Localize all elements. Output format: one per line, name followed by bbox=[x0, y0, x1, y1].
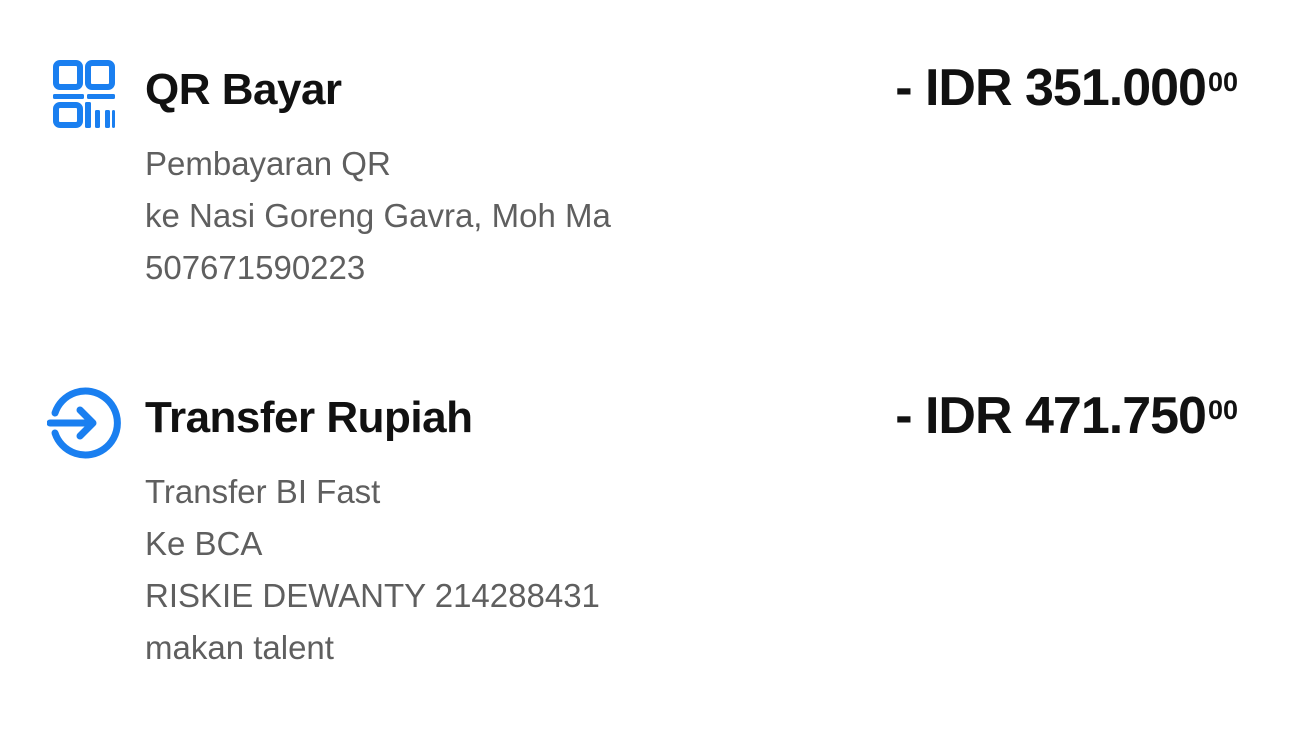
detail-line: Ke BCA bbox=[145, 525, 263, 562]
transfer-arrow-icon bbox=[47, 386, 121, 460]
transaction-title: Transfer Rupiah bbox=[145, 393, 473, 442]
amount-value: - IDR 351.000 bbox=[895, 59, 1207, 117]
detail-line: Transfer BI Fast bbox=[145, 473, 381, 510]
transaction-amount: - IDR 471.75000 bbox=[895, 384, 1238, 448]
amount-value: - IDR 471.750 bbox=[895, 387, 1207, 445]
amount-cents: 00 bbox=[1207, 395, 1238, 425]
transaction-details: Transfer BI Fast Ke BCA RISKIE DEWANTY 2… bbox=[145, 466, 600, 674]
detail-line: ke Nasi Goreng Gavra, Moh Ma bbox=[145, 197, 611, 234]
transaction-item[interactable]: QR Bayar - IDR 351.00000 Pembayaran QR k… bbox=[0, 56, 1290, 306]
detail-line: 507671590223 bbox=[145, 249, 366, 286]
transaction-amount: - IDR 351.00000 bbox=[895, 56, 1238, 120]
transaction-details: Pembayaran QR ke Nasi Goreng Gavra, Moh … bbox=[145, 138, 611, 294]
detail-line: Pembayaran QR bbox=[145, 145, 391, 182]
transaction-title: QR Bayar bbox=[145, 65, 342, 114]
amount-cents: 00 bbox=[1207, 67, 1238, 97]
detail-line: RISKIE DEWANTY 214288431 bbox=[145, 577, 600, 614]
detail-line: makan talent bbox=[145, 629, 334, 666]
transaction-item[interactable]: Transfer Rupiah - IDR 471.75000 Transfer… bbox=[0, 384, 1290, 684]
qr-code-icon bbox=[47, 58, 121, 132]
